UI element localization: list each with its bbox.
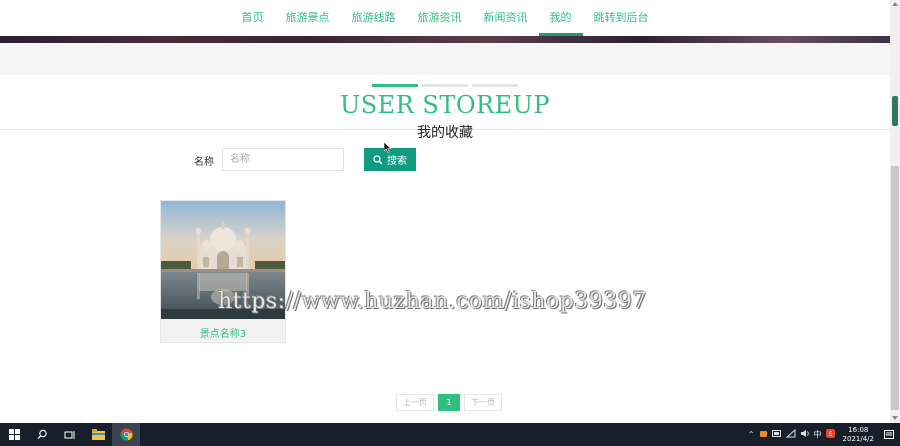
current-page-button[interactable]: 1 xyxy=(438,394,460,411)
clock[interactable]: 16:08 2021/4/2 xyxy=(843,426,874,444)
pagination: 上一页 1 下一页 xyxy=(396,394,502,411)
search-icon xyxy=(373,154,383,165)
windows-start-icon[interactable] xyxy=(0,423,28,446)
banner-strip xyxy=(0,36,890,43)
prev-page-button[interactable]: 上一页 xyxy=(396,394,434,411)
windows-taskbar: ⌃ 中 S 16:08 2021/4/2 xyxy=(0,423,900,446)
nav-item-home[interactable]: 首页 xyxy=(231,0,275,36)
network-icon[interactable] xyxy=(785,428,796,440)
nav-item-scenic-spots[interactable]: 旅游景点 xyxy=(275,0,341,36)
clock-time: 16:08 xyxy=(848,425,869,434)
scroll-down-arrow-icon[interactable] xyxy=(892,416,898,420)
app-tray-icon[interactable] xyxy=(759,429,768,440)
search-label: 名称 xyxy=(194,157,214,168)
file-explorer-icon[interactable] xyxy=(84,423,112,446)
scroll-marker xyxy=(892,96,898,126)
next-page-button[interactable]: 下一页 xyxy=(464,394,502,411)
section-title-en: USER STOREUP xyxy=(340,91,550,119)
ime-indicator[interactable]: 中 xyxy=(814,429,822,440)
task-view-icon[interactable] xyxy=(56,423,84,446)
clock-date: 2021/4/2 xyxy=(842,434,874,443)
favorite-card[interactable]: 景点名称3 xyxy=(160,200,286,343)
chevron-up-icon[interactable]: ⌃ xyxy=(748,430,755,439)
sogou-ime-icon[interactable]: S xyxy=(825,429,835,440)
banner-gap xyxy=(0,43,890,75)
system-tray: ⌃ 中 S 16:08 2021/4/2 xyxy=(748,423,900,446)
favorite-item-name[interactable]: 景点名称3 xyxy=(161,325,285,340)
nav-item-news[interactable]: 新闻资讯 xyxy=(473,0,539,36)
scroll-up-arrow-icon[interactable] xyxy=(892,2,898,6)
nav-item-mine[interactable]: 我的 xyxy=(538,0,583,36)
page: 首页 旅游景点 旅游线路 旅游资讯 新闻资讯 我的 跳转到后台 USER STO… xyxy=(0,0,900,446)
top-nav: 首页 旅游景点 旅游线路 旅游资讯 新闻资讯 我的 跳转到后台 xyxy=(0,0,890,36)
section-title-cn: 我的收藏 xyxy=(417,125,473,141)
chrome-icon[interactable] xyxy=(112,423,140,446)
nav-item-admin[interactable]: 跳转到后台 xyxy=(583,0,660,36)
svg-text:S: S xyxy=(828,431,832,438)
mouse-cursor-icon xyxy=(383,138,392,157)
battery-icon[interactable] xyxy=(771,430,782,439)
scenic-spot-image xyxy=(161,201,285,319)
title-decoration xyxy=(372,84,518,87)
volume-icon[interactable] xyxy=(800,429,810,440)
search-input[interactable] xyxy=(222,148,344,171)
scroll-thumb[interactable] xyxy=(891,166,899,410)
notification-icon[interactable] xyxy=(882,428,896,442)
nav-item-travel-info[interactable]: 旅游资讯 xyxy=(407,0,473,36)
page-scrollbar[interactable] xyxy=(890,0,900,423)
nav-item-routes[interactable]: 旅游线路 xyxy=(341,0,407,36)
search-icon[interactable] xyxy=(28,423,56,446)
